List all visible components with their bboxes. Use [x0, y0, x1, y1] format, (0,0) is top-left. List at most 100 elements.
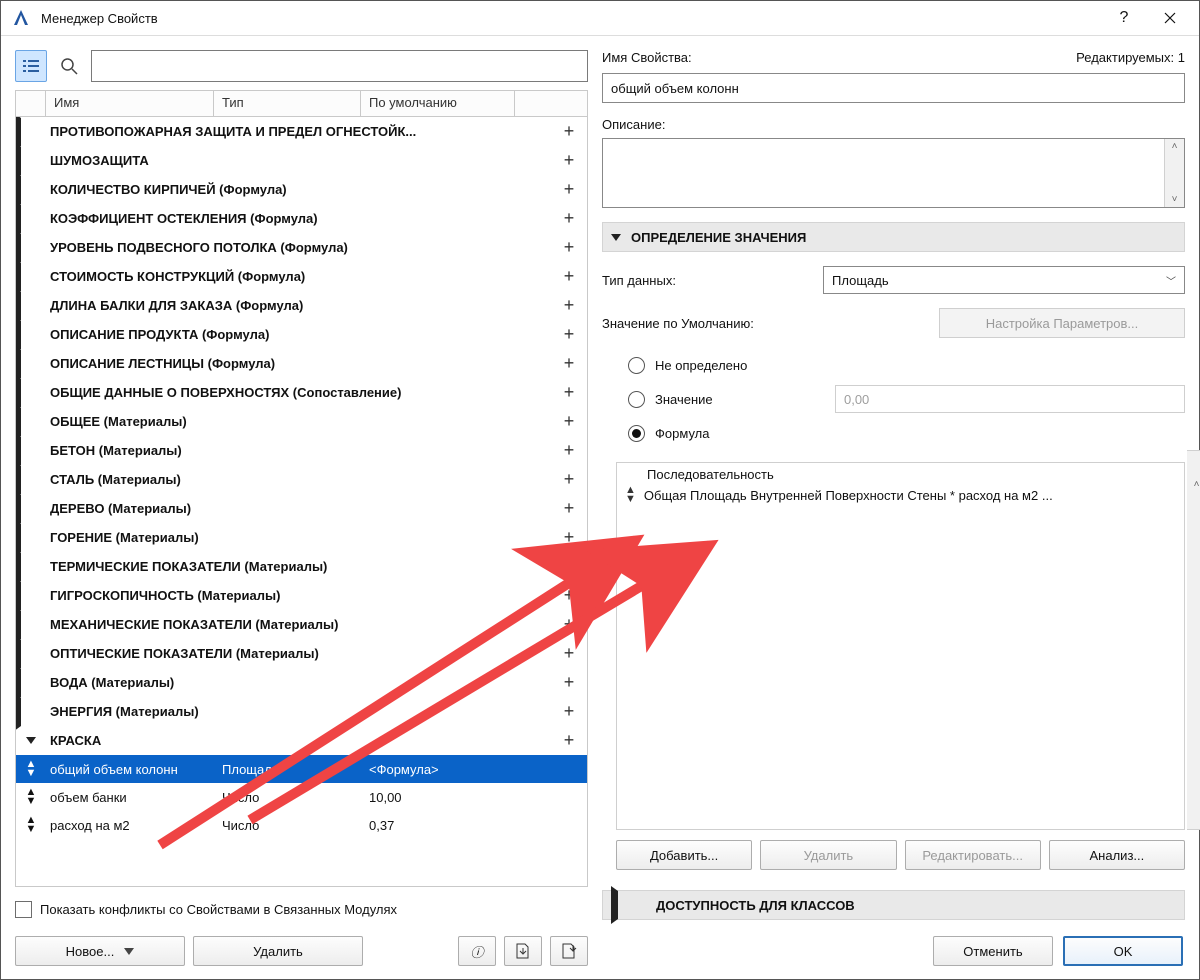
add-property-icon[interactable]: + [551, 411, 587, 432]
cancel-button[interactable]: Отменить [933, 936, 1053, 966]
tree-group[interactable]: ОПИСАНИЕ ПРОДУКТА (Формула) + [16, 320, 587, 349]
col-default[interactable]: По умолчанию [361, 91, 515, 116]
add-property-icon[interactable]: + [551, 208, 587, 229]
col-name[interactable]: Имя [46, 91, 214, 116]
description-textarea[interactable]: ˄ ˅ [602, 138, 1185, 208]
tree-group[interactable]: ШУМОЗАЩИТА + [16, 146, 587, 175]
tree-group[interactable]: ОБЩИЕ ДАННЫЕ О ПОВЕРХНОСТЯХ (Сопоставлен… [16, 378, 587, 407]
search-input[interactable] [91, 50, 588, 82]
add-property-icon[interactable]: + [551, 527, 587, 548]
add-property-icon[interactable]: + [551, 150, 587, 171]
properties-tree[interactable]: ПРОТИВОПОЖАРНАЯ ЗАЩИТА И ПРЕДЕЛ ОГНЕСТОЙ… [15, 116, 588, 887]
add-property-icon[interactable]: + [551, 353, 587, 374]
formula-header: Последовательность [617, 463, 1184, 484]
section-availability[interactable]: ДОСТУПНОСТЬ ДЛЯ КЛАССОВ [602, 890, 1185, 920]
tree-group[interactable]: КРАСКА + [16, 726, 587, 755]
group-label: СТОИМОСТЬ КОНСТРУКЦИЙ (Формула) [46, 269, 551, 284]
textarea-scrollbar[interactable]: ˄ ˅ [1164, 139, 1184, 207]
radio-undefined-label: Не определено [655, 358, 747, 373]
add-property-icon[interactable]: + [551, 672, 587, 693]
tree-group[interactable]: ОБЩЕЕ (Материалы) + [16, 407, 587, 436]
formula-scrollbar[interactable]: ˄ [1187, 450, 1200, 830]
col-expand[interactable] [16, 91, 46, 116]
tree-item[interactable]: ▲▼ объем банки Число 10,00 [16, 783, 587, 811]
add-property-icon[interactable]: + [551, 179, 587, 200]
tree-group[interactable]: СТОИМОСТЬ КОНСТРУКЦИЙ (Формула) + [16, 262, 587, 291]
tree-group[interactable]: КОЛИЧЕСТВО КИРПИЧЕЙ (Формула) + [16, 175, 587, 204]
sort-handle-icon[interactable]: ▲▼ [625, 486, 636, 504]
datatype-label: Тип данных: [602, 273, 807, 288]
import-button[interactable] [504, 936, 542, 966]
tree-group[interactable]: ГИГРОСКОПИЧНОСТЬ (Материалы) + [16, 581, 587, 610]
radio-formula[interactable]: Формула [628, 416, 1185, 450]
tree-group[interactable]: ПРОТИВОПОЖАРНАЯ ЗАЩИТА И ПРЕДЕЛ ОГНЕСТОЙ… [16, 117, 587, 146]
scroll-up-icon[interactable]: ˄ [1194, 479, 1200, 490]
show-conflicts-checkbox[interactable] [15, 901, 32, 918]
tree-group[interactable]: УРОВЕНЬ ПОДВЕСНОГО ПОТОЛКА (Формула) + [16, 233, 587, 262]
add-property-icon[interactable]: + [551, 266, 587, 287]
radio-value[interactable]: Значение 0,00 [628, 382, 1185, 416]
tree-group[interactable]: БЕТОН (Материалы) + [16, 436, 587, 465]
tree-group[interactable]: ТЕРМИЧЕСКИЕ ПОКАЗАТЕЛИ (Материалы) + [16, 552, 587, 581]
section-definition[interactable]: ОПРЕДЕЛЕНИЕ ЗНАЧЕНИЯ [602, 222, 1185, 252]
delete-button[interactable]: Удалить [193, 936, 363, 966]
section-availability-label: ДОСТУПНОСТЬ ДЛЯ КЛАССОВ [656, 898, 855, 913]
scroll-up-icon[interactable]: ˄ [1172, 141, 1178, 152]
add-property-icon[interactable]: + [551, 469, 587, 490]
ok-button[interactable]: OK [1063, 936, 1183, 966]
window-title: Менеджер Свойств [41, 11, 1101, 26]
add-property-icon[interactable]: + [551, 382, 587, 403]
new-button[interactable]: Новое... [15, 936, 185, 966]
tree-group[interactable]: ГОРЕНИЕ (Материалы) + [16, 523, 587, 552]
sort-handle-icon[interactable]: ▲▼ [16, 816, 46, 834]
sort-handle-icon[interactable]: ▲▼ [16, 788, 46, 806]
analyze-button[interactable]: Анализ... [1049, 840, 1185, 870]
group-label: ОБЩЕЕ (Материалы) [46, 414, 551, 429]
list-view-toggle[interactable] [15, 50, 47, 82]
formula-list[interactable]: Последовательность ▲▼ Общая Площадь Внут… [616, 462, 1185, 830]
col-type[interactable]: Тип [214, 91, 361, 116]
info-button[interactable]: ⓘ [458, 936, 496, 966]
add-property-icon[interactable]: + [551, 295, 587, 316]
add-property-icon[interactable]: + [551, 498, 587, 519]
tree-group[interactable]: ЭНЕРГИЯ (Материалы) + [16, 697, 587, 726]
radio-undefined[interactable]: Не определено [628, 348, 1185, 382]
group-label: МЕХАНИЧЕСКИЕ ПОКАЗАТЕЛИ (Материалы) [46, 617, 551, 632]
item-type: Площадь [214, 762, 361, 777]
add-property-icon[interactable]: + [551, 121, 587, 142]
add-property-icon[interactable]: + [551, 701, 587, 722]
help-button[interactable]: ? [1101, 1, 1147, 35]
add-property-icon[interactable]: + [551, 585, 587, 606]
export-button[interactable] [550, 936, 588, 966]
tree-group[interactable]: СТАЛЬ (Материалы) + [16, 465, 587, 494]
tree-group[interactable]: ДЕРЕВО (Материалы) + [16, 494, 587, 523]
tree-group[interactable]: ОПТИЧЕСКИЕ ПОКАЗАТЕЛИ (Материалы) + [16, 639, 587, 668]
tree-group[interactable]: КОЭФФИЦИЕНТ ОСТЕКЛЕНИЯ (Формула) + [16, 204, 587, 233]
tree-group[interactable]: МЕХАНИЧЕСКИЕ ПОКАЗАТЕЛИ (Материалы) + [16, 610, 587, 639]
close-button[interactable] [1147, 1, 1193, 35]
scroll-down-icon[interactable]: ˅ [1172, 194, 1178, 205]
tree-item[interactable]: ▲▼ расход на м2 Число 0,37 [16, 811, 587, 839]
add-property-icon[interactable]: + [551, 730, 587, 751]
new-button-label: Новое... [66, 944, 115, 959]
datatype-select[interactable]: Площадь ﹀ [823, 266, 1185, 294]
property-manager-window: Менеджер Свойств ? Имя Тип По умолча [0, 0, 1200, 980]
add-property-icon[interactable]: + [551, 643, 587, 664]
add-formula-button[interactable]: Добавить... [616, 840, 752, 870]
add-property-icon[interactable]: + [551, 324, 587, 345]
formula-row[interactable]: ▲▼ Общая Площадь Внутренней Поверхности … [617, 484, 1184, 508]
add-property-icon[interactable]: + [551, 237, 587, 258]
chevron-down-icon[interactable] [16, 737, 46, 744]
tree-group[interactable]: ОПИСАНИЕ ЛЕСТНИЦЫ (Формула) + [16, 349, 587, 378]
item-default: 10,00 [361, 790, 587, 805]
sort-handle-icon[interactable]: ▲▼ [16, 760, 46, 778]
add-property-icon[interactable]: + [551, 614, 587, 635]
tree-group[interactable]: ДЛИНА БАЛКИ ДЛЯ ЗАКАЗА (Формула) + [16, 291, 587, 320]
property-name-input[interactable] [602, 73, 1185, 103]
tree-group[interactable]: ВОДА (Материалы) + [16, 668, 587, 697]
chevron-right-icon[interactable] [16, 693, 46, 731]
add-property-icon[interactable]: + [551, 556, 587, 577]
tree-item[interactable]: ▲▼ общий объем колонн Площадь <Формула> [16, 755, 587, 783]
search-icon[interactable] [53, 50, 85, 82]
add-property-icon[interactable]: + [551, 440, 587, 461]
